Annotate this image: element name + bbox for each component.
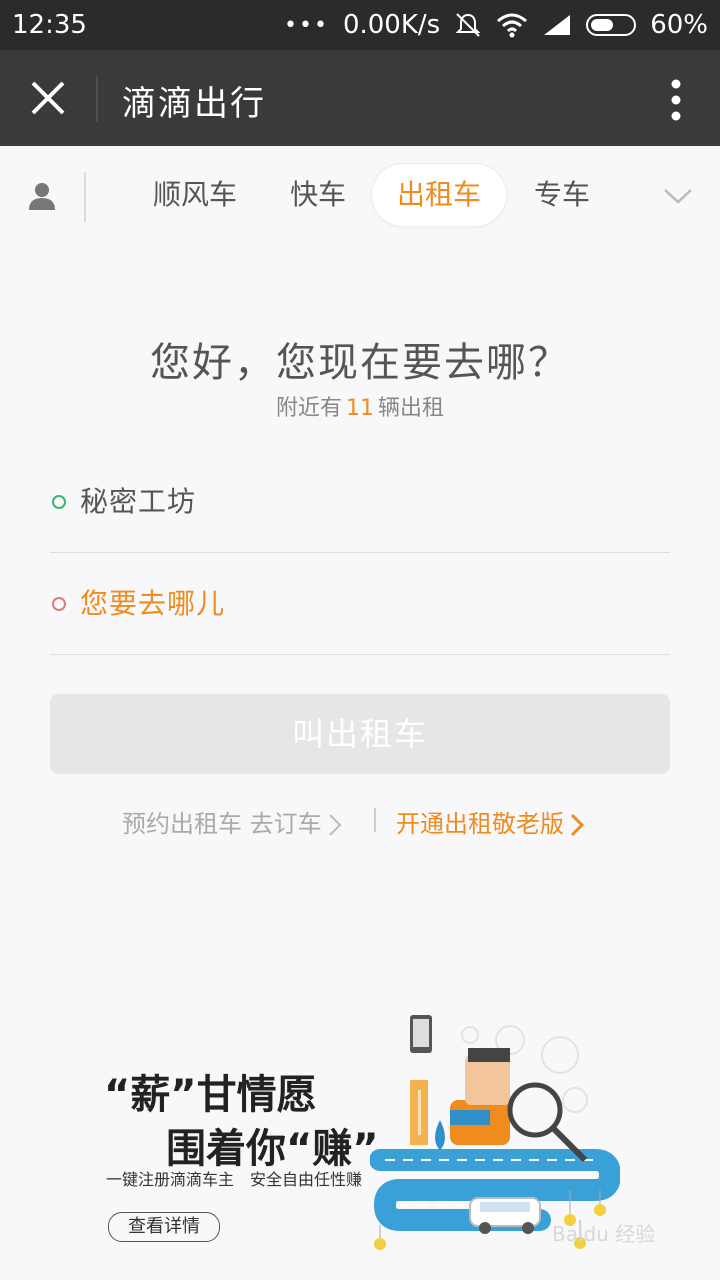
more-vertical-icon[interactable] — [670, 78, 682, 122]
battery-fill — [591, 19, 613, 31]
chevron-down-icon[interactable] — [662, 184, 694, 208]
status-right: ••• 0.00K/s 60% — [284, 10, 708, 40]
links-separator — [374, 808, 376, 832]
battery-icon — [586, 14, 637, 36]
origin-value: 秘密工坊 — [80, 485, 197, 518]
nearby-info: 附近有 11 辆出租 — [0, 390, 720, 422]
status-bar: 12:35 ••• 0.00K/s 60% — [0, 0, 720, 50]
tab-kuaiche[interactable]: 快车 — [276, 164, 360, 226]
close-icon[interactable] — [30, 80, 66, 116]
wifi-icon — [497, 13, 528, 38]
driver-illustration-icon — [370, 1015, 620, 1250]
destination-field[interactable]: 您要去哪儿 — [50, 554, 670, 655]
nearby-suffix: 辆出租 — [378, 396, 445, 421]
chevron-right-icon — [570, 813, 584, 837]
tab-zhuanche[interactable]: 专车 — [520, 164, 604, 226]
battery-percent: 60% — [650, 10, 708, 40]
destination-placeholder: 您要去哪儿 — [80, 587, 226, 620]
call-taxi-button[interactable]: 叫出租车 — [50, 694, 670, 774]
service-tabs: 顺风车 快车 出租车 专车 — [0, 146, 720, 248]
banner-description: 一键注册滴滴车主 安全自由任性赚 — [106, 1170, 363, 1189]
tab-shunfengche[interactable]: 顺风车 — [140, 164, 250, 226]
nearby-prefix: 附近有 — [275, 396, 342, 421]
app-title: 滴滴出行 — [122, 84, 266, 124]
appbar-divider — [96, 76, 98, 122]
banner-headline-1: “薪”甘情愿 — [104, 1072, 317, 1118]
baidu-watermark: Baidu 经验 — [552, 1222, 656, 1246]
signal-icon — [544, 15, 571, 35]
destination-dot-icon — [52, 597, 66, 611]
view-details-button[interactable]: 查看详情 — [108, 1212, 220, 1242]
origin-field[interactable]: 秘密工坊 — [50, 452, 670, 553]
mute-icon — [455, 13, 481, 37]
greeting-heading: 您好，您现在要去哪？ — [150, 340, 570, 386]
elder-taxi-link[interactable]: 开通出租敬老版 — [396, 804, 584, 839]
chevron-right-icon — [328, 814, 342, 836]
app-bar: 滴滴出行 — [0, 50, 720, 146]
secondary-links: 预约出租车 去订车 开通出租敬老版 — [0, 800, 720, 840]
status-time: 12:35 — [12, 10, 87, 40]
origin-dot-icon — [52, 495, 66, 509]
reserve-taxi-label: 预约出租车 去订车 — [122, 810, 322, 838]
user-icon[interactable] — [26, 180, 58, 212]
nearby-count: 11 — [346, 396, 374, 421]
tab-taxi[interactable]: 出租车 — [372, 164, 506, 226]
reserve-taxi-link[interactable]: 预约出租车 去订车 — [122, 804, 342, 839]
elder-taxi-label: 开通出租敬老版 — [396, 810, 564, 838]
network-speed: 0.00K/s — [342, 10, 441, 40]
status-dots: ••• — [284, 12, 329, 38]
tabs-separator — [84, 172, 86, 222]
